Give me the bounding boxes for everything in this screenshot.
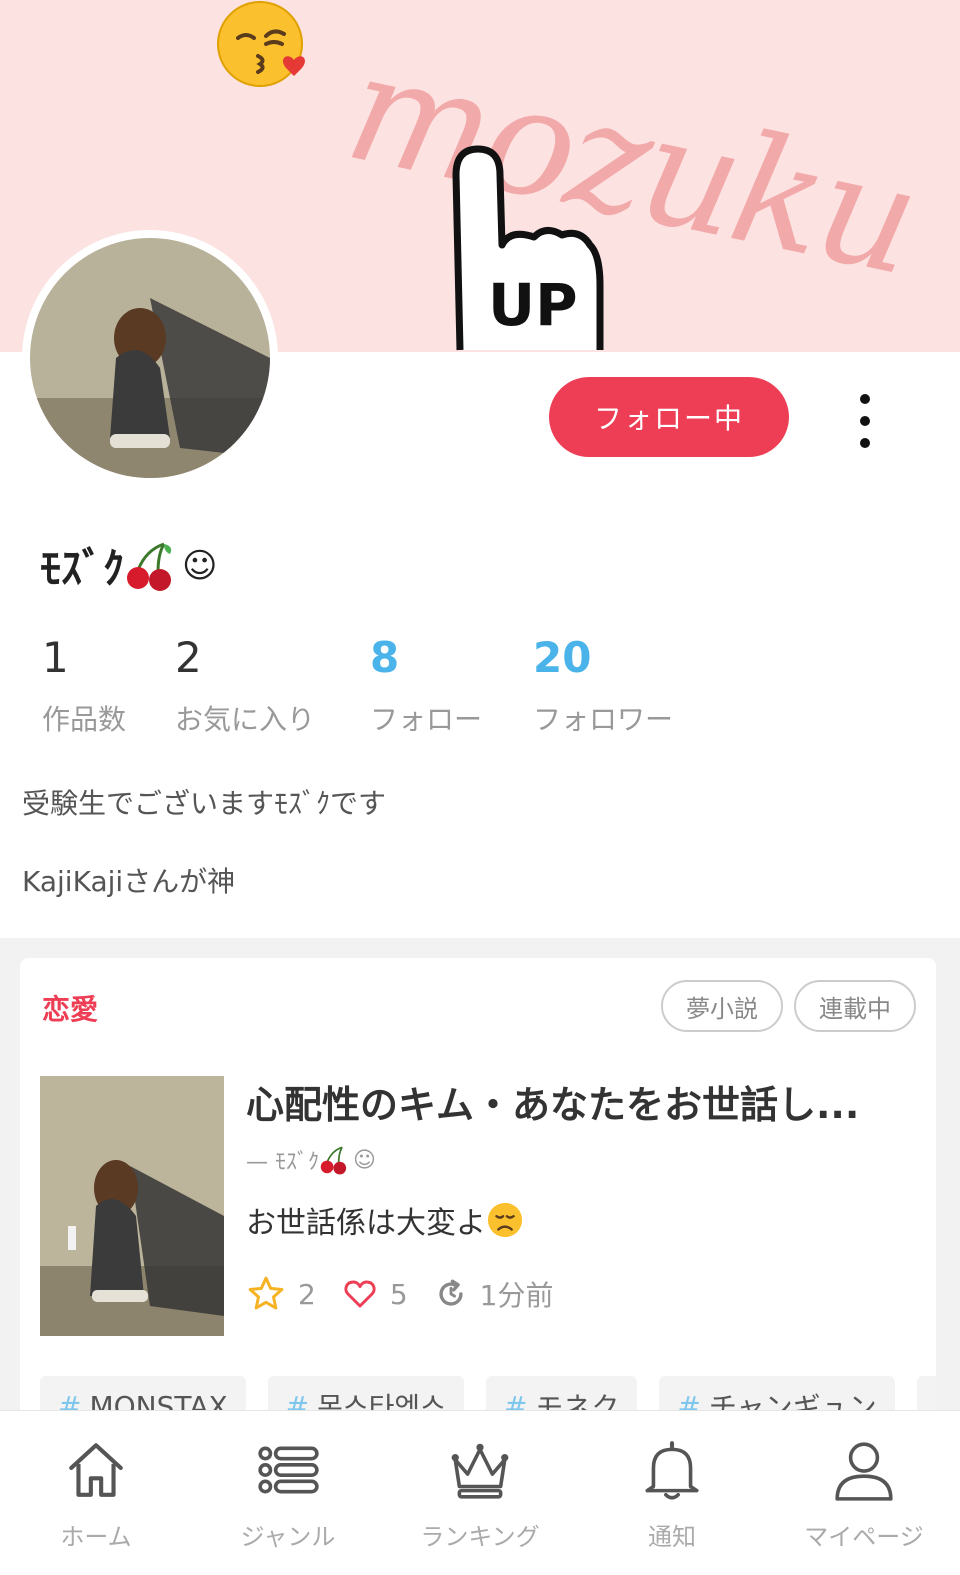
work-description: お世話係は大変よ [246, 1198, 524, 1242]
work-thumbnail [40, 1076, 224, 1336]
heart-icon [342, 1276, 378, 1312]
banner-text: mozuku [333, 20, 930, 310]
nav-home-label: ホーム [60, 1523, 132, 1551]
list-icon [258, 1446, 319, 1494]
bottom-nav: ホーム ジャンル ランキング 通知 マイページ [0, 1410, 960, 1575]
stat-works-label: 作品数 [42, 703, 127, 736]
badge-dream-novel: 夢小説 [661, 980, 783, 1032]
cherry-icon [320, 1146, 347, 1175]
pointing-up-hand-icon: UP [452, 145, 604, 351]
work-author[interactable]: — ﾓｽﾞｸ ☺ [246, 1144, 376, 1176]
badge-serializing: 連載中 [794, 980, 916, 1032]
bell-icon [645, 1441, 699, 1500]
work-meta: 2 5 1分前 [246, 1274, 579, 1314]
kissing-face-emoji-icon [217, 1, 305, 87]
stat-following-count: 8 [370, 633, 400, 682]
nav-genre[interactable]: ジャンル [192, 1411, 384, 1575]
bio-line-2: KajiKajiさんが神 [22, 865, 236, 898]
work-author-name: — ﾓｽﾞｸ [246, 1150, 319, 1175]
updated-time: 1分前 [479, 1279, 554, 1312]
nav-home[interactable]: ホーム [0, 1411, 192, 1575]
stat-followers-count: 20 [533, 633, 592, 682]
avatar[interactable] [22, 230, 278, 486]
like-count: 5 [389, 1277, 408, 1311]
nav-mypage-label: マイページ [804, 1523, 924, 1551]
up-badge-text: UP [488, 271, 578, 339]
star-icon [246, 1274, 286, 1314]
stat-works-count: 1 [42, 633, 69, 682]
work-description-text: お世話係は大変よ [246, 1206, 486, 1241]
stat-favorites-label: お気に入り [175, 703, 316, 736]
stat-following[interactable]: 8 フォロー [370, 634, 482, 738]
bio-line-1: 受験生でございますﾓｽﾞｸです [22, 787, 387, 820]
work-genre: 恋愛 [42, 993, 99, 1026]
disappointed-face-icon [487, 1202, 523, 1238]
work-title[interactable]: 心配性のキム・あなたをお世話し... [246, 1074, 916, 1129]
more-vertical-icon[interactable] [848, 394, 882, 448]
stat-favorites[interactable]: 2 お気に入り [175, 634, 315, 738]
nav-genre-label: ジャンル [240, 1523, 336, 1551]
stat-works[interactable]: 1 作品数 [42, 634, 126, 738]
nav-ranking[interactable]: ランキング [384, 1411, 576, 1575]
stat-favorites-count: 2 [175, 633, 202, 682]
nav-ranking-label: ランキング [420, 1523, 540, 1551]
work-card[interactable]: 恋愛 夢小説 連載中 心配性のキム・あなたをお世話し... — ﾓｽﾞｸ ☺ お… [20, 958, 936, 1418]
nav-notifications-label: 通知 [648, 1523, 696, 1551]
refresh-time-icon [434, 1277, 468, 1311]
work-author-suffix: ☺ [353, 1147, 376, 1173]
stat-followers[interactable]: 20 フォロワー [533, 634, 673, 738]
nav-mypage[interactable]: マイページ [768, 1411, 960, 1575]
profile-name: ﾓｽﾞｸ ☺ [40, 535, 217, 596]
cherry-icon [127, 542, 172, 591]
stat-following-label: フォロー [370, 703, 483, 736]
home-icon [69, 1443, 123, 1497]
nav-notifications[interactable]: 通知 [576, 1411, 768, 1575]
stat-followers-label: フォロワー [533, 703, 674, 736]
star-count: 2 [298, 1277, 316, 1311]
following-button[interactable]: フォロー中 [549, 377, 789, 457]
crown-icon [451, 1443, 509, 1499]
profile-name-suffix: ☺ [182, 545, 218, 586]
profile-name-text: ﾓｽﾞｸ [40, 544, 125, 593]
person-icon [835, 1442, 893, 1501]
avatar-photo [30, 238, 270, 478]
